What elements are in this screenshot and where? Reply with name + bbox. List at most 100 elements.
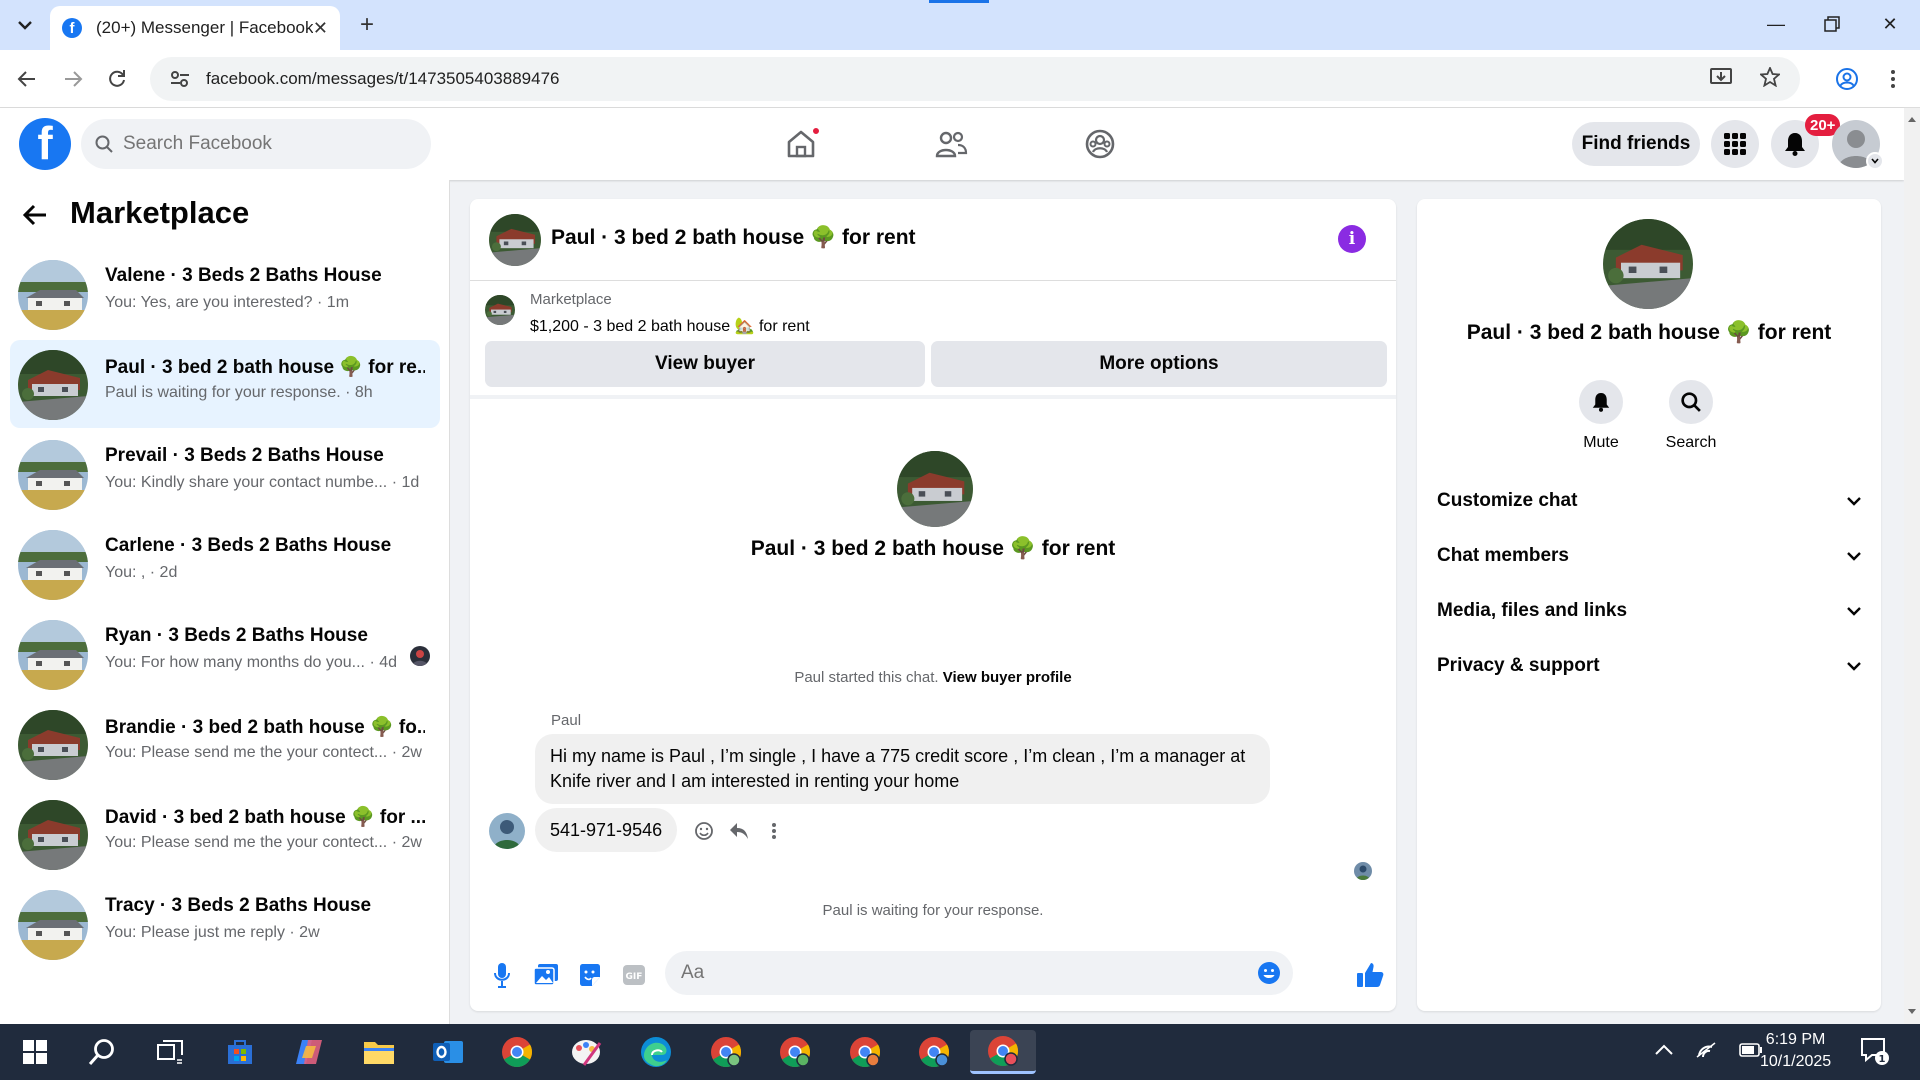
customize-chat-row[interactable]: Customize chat [1437, 481, 1861, 521]
browser-menu-button[interactable] [1876, 62, 1910, 96]
microphone-icon[interactable] [486, 959, 518, 991]
mute-button[interactable]: Mute [1561, 380, 1641, 452]
like-thumb-icon[interactable] [1354, 959, 1386, 991]
privacy-support-row[interactable]: Privacy & support [1437, 646, 1861, 686]
chrome-icon [780, 1037, 811, 1068]
chevron-up-icon[interactable] [1655, 1043, 1673, 1061]
conversation-item[interactable]: Tracy · 3 Beds 2 Baths House You: Please … [10, 880, 440, 968]
arrow-right-icon [65, 71, 83, 87]
chrome-profile-4-app[interactable] [907, 1030, 961, 1074]
reload-button[interactable] [100, 62, 134, 96]
conversation-item[interactable]: Valene · 3 Beds 2 Baths House You: Yes, a… [10, 250, 440, 338]
chrome-profile-3-app[interactable] [838, 1030, 892, 1074]
edge-icon [641, 1037, 671, 1067]
chat-title[interactable]: Paul · 3 bed 2 bath house 🌳 for rent [551, 226, 916, 250]
message-bubble-phone[interactable]: 541-971-9546 [535, 808, 678, 852]
close-window-button[interactable]: ✕ [1870, 8, 1910, 40]
conversation-title: Paul · 3 bed 2 bath house 🌳 for rent [750, 537, 1116, 560]
menu-button[interactable] [1711, 120, 1759, 168]
message-bubble[interactable]: Hi my name is Paul , I’m single , I have… [535, 734, 1270, 804]
wifi-icon[interactable] [1695, 1041, 1717, 1064]
conversation-item[interactable]: Ryan · 3 Beds 2 Baths House You: For how … [10, 610, 440, 698]
media-files-links-row[interactable]: Media, files and links [1437, 591, 1861, 631]
facebook-logo[interactable]: f [19, 118, 71, 170]
conversation-item[interactable]: Carlene · 3 Beds 2 Baths House You: , · 2… [10, 520, 440, 608]
chevron-down-icon [18, 21, 32, 30]
chrome-icon [988, 1035, 1019, 1066]
copilot-app[interactable] [282, 1030, 336, 1074]
edge-app[interactable] [629, 1030, 683, 1074]
chrome-profile-2-app[interactable] [768, 1030, 822, 1074]
browser-tab-strip: f (20+) Messenger | Facebook ✕ + — ✕ [0, 0, 1920, 50]
conversation-name: Tracy · 3 Beds 2 Baths House [105, 895, 372, 916]
facebook-search[interactable] [81, 119, 431, 169]
reply-icon[interactable] [725, 817, 753, 845]
search-taskbar-button[interactable] [75, 1030, 129, 1074]
more-options-button[interactable]: More options [931, 341, 1387, 387]
address-bar[interactable]: facebook.com/messages/t/1473505403889476 [150, 57, 1800, 101]
site-info-icon[interactable] [160, 70, 200, 88]
gif-icon[interactable]: GIF [618, 959, 650, 991]
bookmark-star-icon[interactable] [1758, 65, 1782, 92]
restore-window-button[interactable] [1812, 8, 1852, 40]
house-photo [18, 260, 88, 330]
message-input[interactable] [681, 962, 1241, 984]
forward-button[interactable] [56, 62, 90, 96]
react-icon[interactable] [690, 817, 718, 845]
sticker-icon[interactable] [574, 959, 606, 991]
info-button[interactable]: i [1338, 225, 1366, 253]
task-view-button[interactable] [143, 1030, 197, 1074]
conversation-item[interactable]: Prevail · 3 Beds 2 Baths House You: Kindl… [10, 430, 440, 518]
search-icon [1669, 380, 1713, 424]
sender-avatar[interactable] [489, 813, 525, 849]
conversation-item[interactable]: David · 3 bed 2 bath house 🌳 for ... You:… [10, 790, 440, 878]
close-tab-icon[interactable]: ✕ [313, 18, 328, 39]
file-explorer-app[interactable] [352, 1030, 406, 1074]
listing-thumbnail[interactable] [485, 295, 515, 325]
chrome-profile-1-app[interactable] [699, 1030, 753, 1074]
mute-bell-icon [1579, 380, 1623, 424]
profile-button[interactable] [1830, 62, 1864, 96]
clock[interactable]: 6:19 PM 10/1/2025 [1760, 1029, 1831, 1073]
more-actions-icon[interactable] [760, 817, 788, 845]
conversation-item[interactable]: Brandie · 3 bed 2 bath house 🌳 fo... You:… [10, 700, 440, 788]
minimize-window-button[interactable]: — [1756, 8, 1796, 40]
paint-app[interactable] [560, 1030, 614, 1074]
view-buyer-profile-link[interactable]: View buyer profile [943, 669, 1072, 686]
conversation-item[interactable]: Paul · 3 bed 2 bath house 🌳 for re... Pau… [10, 340, 440, 428]
install-app-icon[interactable] [1710, 67, 1732, 92]
conversation-avatar [18, 890, 88, 960]
chrome-app[interactable] [490, 1030, 544, 1074]
listing-text[interactable]: $1,200 - 3 bed 2 bath house 🏡 for rent [530, 316, 810, 336]
conversation-name: Paul · 3 bed 2 bath house 🌳 for re... [105, 357, 425, 378]
outlook-app[interactable] [421, 1030, 475, 1074]
browser-tab-active[interactable]: f (20+) Messenger | Facebook ✕ [50, 6, 340, 50]
search-input[interactable] [123, 133, 403, 155]
start-button[interactable] [8, 1030, 62, 1074]
notification-center-icon[interactable]: 1 [1860, 1036, 1890, 1071]
tab-search-button[interactable] [8, 9, 42, 41]
photo-icon[interactable] [530, 959, 562, 991]
back-button[interactable] [10, 62, 44, 96]
chrome-icon [919, 1037, 950, 1068]
nav-friends[interactable] [921, 118, 981, 170]
find-friends-button[interactable]: Find friends [1572, 122, 1700, 166]
emoji-icon[interactable] [1257, 961, 1281, 990]
back-arrow-icon[interactable] [22, 200, 48, 234]
chat-avatar[interactable] [489, 214, 541, 266]
page-scrollbar[interactable] [1904, 108, 1920, 1024]
chat-members-row[interactable]: Chat members [1437, 536, 1861, 576]
conversation-avatar [18, 710, 88, 780]
conversation-preview: You: Please just me reply · 2w [105, 924, 320, 941]
house-photo [485, 295, 515, 325]
store-app[interactable] [213, 1030, 267, 1074]
new-tab-button[interactable]: + [352, 10, 382, 40]
search-conversation-button[interactable]: Search [1651, 380, 1731, 452]
nav-groups[interactable] [1070, 118, 1130, 170]
nav-home[interactable] [771, 118, 831, 170]
details-avatar[interactable] [1603, 219, 1693, 309]
account-chevron-icon[interactable] [1866, 152, 1884, 170]
chrome-profile-5-app-active[interactable] [970, 1030, 1036, 1074]
view-buyer-button[interactable]: View buyer [485, 341, 925, 387]
message-input-box[interactable] [665, 951, 1293, 995]
